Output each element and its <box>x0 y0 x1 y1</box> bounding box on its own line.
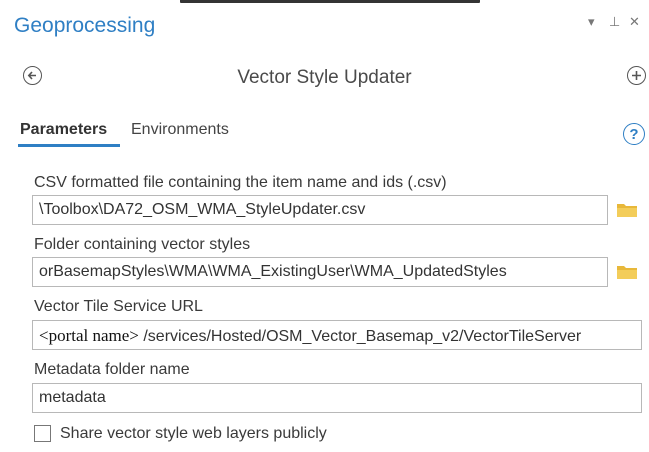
portal-name-placeholder: <portal name> <box>39 326 139 345</box>
pane-title: Geoprocessing <box>14 14 156 37</box>
csv-file-label: CSV formatted file containing the item n… <box>34 174 447 191</box>
pin-icon[interactable]: ⊥ <box>609 14 620 30</box>
folder-icon[interactable] <box>616 264 638 280</box>
tool-title: Vector Style Updater <box>237 67 412 88</box>
close-icon[interactable]: ✕ <box>629 14 640 30</box>
plus-icon <box>632 71 641 80</box>
folder-icon[interactable] <box>616 202 638 218</box>
metadata-folder-label: Metadata folder name <box>34 361 190 378</box>
pane-menu-dropdown-icon[interactable]: ▾ <box>588 14 595 30</box>
vector-styles-folder-label: Folder containing vector styles <box>34 236 251 253</box>
top-strip <box>0 0 649 12</box>
vector-tile-url-label: Vector Tile Service URL <box>34 298 203 315</box>
add-button[interactable] <box>627 66 646 85</box>
share-publicly-label: Share vector style web layers publicly <box>60 425 327 442</box>
vector-tile-url-path: /services/Hosted/OSM_Vector_Basemap_v2/V… <box>138 328 582 345</box>
metadata-folder-input[interactable]: metadata <box>32 383 642 413</box>
vector-tile-url-input[interactable]: <portal name> /services/Hosted/OSM_Vecto… <box>32 320 642 350</box>
active-tab-indicator <box>18 144 120 147</box>
share-publicly-checkbox[interactable] <box>34 425 51 442</box>
help-icon[interactable]: ? <box>623 123 645 145</box>
csv-file-input[interactable]: \Toolbox\DA72_OSM_WMA_StyleUpdater.csv <box>32 195 608 225</box>
tab-environments[interactable]: Environments <box>131 121 229 139</box>
tab-parameters[interactable]: Parameters <box>20 121 107 139</box>
vector-styles-folder-input[interactable]: orBasemapStyles\WMA\WMA_ExistingUser\WMA… <box>32 257 608 287</box>
cropped-text-fragment <box>180 0 480 3</box>
